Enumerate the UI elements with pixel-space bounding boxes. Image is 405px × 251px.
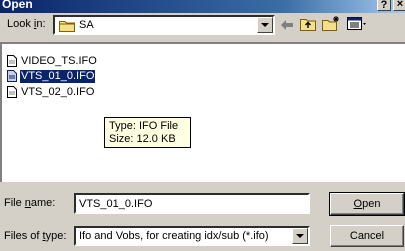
help-button[interactable]: ? [377, 0, 391, 11]
file-info-tooltip: Type: IFO File Size: 12.0 KB [104, 117, 191, 148]
file-icon [7, 55, 17, 67]
file-name-value: VTS_01_0.IFO [79, 198, 153, 210]
chevron-down-icon [261, 23, 269, 27]
title-bar: Open ? × [0, 0, 405, 13]
file-item-vts-02[interactable]: VTS_02_0.IFO [6, 85, 95, 99]
file-type-value: Ifo and Vobs, for creating idx/sub (*.if… [79, 230, 269, 242]
file-item-video-ts[interactable]: VIDEO_TS.IFO [6, 54, 98, 68]
new-folder-icon[interactable] [322, 16, 340, 31]
file-name-input[interactable]: VTS_01_0.IFO [74, 193, 310, 214]
look-in-value: SA [79, 19, 94, 31]
chevron-down-icon [296, 234, 304, 238]
file-name: VIDEO_TS.IFO [21, 54, 97, 67]
back-icon[interactable] [280, 19, 294, 31]
cancel-button[interactable]: Cancel [330, 225, 404, 247]
up-folder-icon[interactable] [300, 17, 316, 31]
file-icon [7, 70, 17, 82]
file-type-dropdown-button[interactable] [292, 228, 308, 244]
open-button[interactable]: Open [329, 192, 405, 216]
file-item-vts-01[interactable]: VTS_01_0.IFO [6, 68, 97, 84]
file-type-dropdown[interactable]: Ifo and Vobs, for creating idx/sub (*.if… [74, 226, 310, 246]
look-in-dropdown[interactable]: SA [53, 15, 275, 35]
look-in-dropdown-button[interactable] [257, 17, 273, 33]
look-in-label: Look in: [7, 18, 46, 30]
view-menu-icon[interactable] [347, 17, 369, 31]
file-list[interactable]: VIDEO_TS.IFO VTS_01_0.IFO VTS_02_0.IFO [0, 42, 405, 182]
file-name-label: File name: [4, 197, 56, 209]
file-icon [7, 86, 17, 98]
file-type-label: Files of type: [4, 230, 67, 242]
close-button[interactable]: × [393, 0, 405, 11]
tooltip-size: Size: 12.0 KB [109, 133, 176, 145]
file-name: VTS_01_0.IFO [18, 68, 97, 84]
folder-icon [59, 21, 75, 32]
tooltip-type: Type: IFO File [109, 120, 179, 132]
window-title: Open [2, 0, 33, 11]
file-name: VTS_02_0.IFO [21, 85, 95, 98]
